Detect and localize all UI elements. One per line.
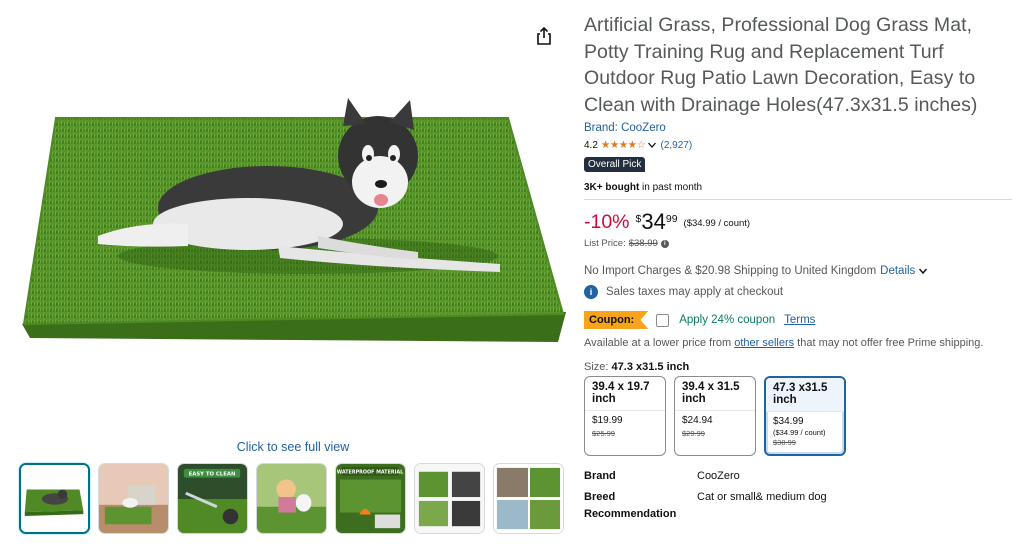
thumbnail-3[interactable]: EASY TO CLEAN — [177, 463, 248, 534]
size-option-price: $24.94 — [682, 414, 713, 426]
coupon-checkbox[interactable] — [656, 313, 670, 327]
thumbnail-strip: EASY TO CLEAN WATERPROOF MATERIAL — [19, 463, 564, 534]
brand-link[interactable]: Brand: CooZero — [584, 122, 1012, 134]
see-full-view-link[interactable]: Click to see full view — [0, 440, 586, 454]
tax-text: Sales taxes may apply at checkout — [606, 286, 784, 298]
spec-value: Cat or small& medium dog — [697, 490, 827, 503]
spec-row-brand: Brand CooZero — [584, 468, 1012, 485]
price-row: -10% $ 34 99 ($34.99 / count) — [584, 210, 1012, 236]
thumbnail-7[interactable] — [493, 463, 564, 534]
tax-row: i Sales taxes may apply at checkout — [584, 285, 1012, 299]
thumbnail-1[interactable] — [19, 463, 90, 534]
thumbnail-2[interactable] — [98, 463, 169, 534]
size-option-price: $19.99 — [592, 414, 623, 426]
size-option-name: 39.4 x 19.7 inch — [585, 377, 665, 411]
size-option-old-price: $25.99 — [592, 428, 615, 438]
size-option-39x31[interactable]: 39.4 x 31.5 inch $24.94 $29.99 — [674, 375, 756, 456]
thumbnail-4[interactable] — [256, 463, 327, 534]
spec-key: Breed Recommendation — [584, 490, 677, 520]
other-sellers-link[interactable]: other sellers — [734, 337, 794, 349]
spec-row-breed: Breed Recommendation Cat or small& mediu… — [584, 489, 1012, 523]
size-selected: 47.3 x31.5 inch — [611, 360, 690, 373]
overall-pick-badge: Overall Pick — [584, 157, 646, 172]
spec-table: Brand CooZero Breed Recommendation Cat o… — [584, 468, 1012, 523]
rating-count-link[interactable]: (2,927) — [660, 140, 692, 151]
price-whole: 34 — [641, 209, 666, 234]
bought-in-past-month: 3K+ bought in past month — [584, 182, 1012, 193]
discount-percent: -10% — [584, 211, 630, 233]
divider — [584, 199, 1012, 200]
coupon-terms-link[interactable]: Terms — [784, 314, 815, 326]
size-option-old-price: $29.99 — [682, 428, 705, 438]
product-title: Artificial Grass, Professional Dog Grass… — [584, 14, 978, 116]
rating-row: 4.2 ★★★★☆ (2,927) — [584, 138, 1012, 152]
size-option-name: 47.3 x31.5 inch — [766, 377, 844, 412]
size-option-name: 39.4 x 31.5 inch — [675, 377, 755, 411]
lower-price-suffix: that may not offer free Prime shipping. — [794, 337, 984, 349]
spec-value: CooZero — [697, 469, 740, 482]
coupon-apply-text[interactable]: Apply 24% coupon — [679, 314, 775, 326]
size-option-price: $34.99 — [773, 415, 804, 427]
main-product-image[interactable] — [18, 96, 566, 354]
chevron-down-icon[interactable] — [918, 266, 928, 276]
coupon-tag: Coupon: — [584, 311, 649, 329]
size-options: 39.4 x 19.7 inch $19.99 $25.99 39.4 x 31… — [584, 375, 1012, 456]
shipping-row: No Import Charges & $20.98 Shipping to U… — [584, 265, 1012, 277]
info-circle-icon: i — [584, 285, 598, 299]
thumbnail-5[interactable]: WATERPROOF MATERIAL — [335, 463, 406, 534]
svg-text:EASY TO CLEAN: EASY TO CLEAN — [189, 472, 236, 478]
lower-price-notice: Available at a lower price from other se… — [584, 335, 984, 352]
product-details: Artificial Grass, Professional Dog Grass… — [584, 12, 1012, 523]
info-icon[interactable]: i — [660, 239, 669, 248]
share-icon[interactable] — [534, 26, 554, 46]
list-price-value: $38.99 — [628, 238, 658, 249]
coupon-row: Coupon: Apply 24% coupon Terms — [584, 311, 1012, 329]
size-option-old-price: $38.99 — [773, 437, 796, 447]
price-per-count: ($34.99 / count) — [683, 218, 751, 229]
list-price-label: List Price: — [584, 238, 626, 249]
lower-price-prefix: Available at a lower price from — [584, 337, 735, 349]
shipping-text: No Import Charges & $20.98 Shipping to U… — [584, 265, 877, 277]
svg-text:WATERPROOF MATERIAL: WATERPROOF MATERIAL — [337, 470, 404, 476]
size-label-text: Size: — [584, 360, 609, 373]
bought-rest: in past month — [639, 182, 703, 193]
price-fraction: 99 — [665, 213, 678, 225]
shipping-details-link[interactable]: Details — [880, 265, 915, 277]
chevron-down-icon[interactable] — [647, 140, 657, 150]
size-option-unit: ($34.99 / count) — [773, 427, 826, 437]
rating-value: 4.2 — [584, 139, 598, 151]
star-rating-icon[interactable]: ★★★★☆ — [601, 139, 646, 151]
thumbnail-6[interactable] — [414, 463, 485, 534]
list-price-row: List Price: $38.99 i — [584, 238, 1012, 249]
spec-key: Brand — [584, 469, 616, 482]
size-label: Size: 47.3 x31.5 inch — [584, 361, 1012, 373]
size-option-39x19[interactable]: 39.4 x 19.7 inch $19.99 $25.99 — [584, 375, 666, 456]
size-option-47x31[interactable]: 47.3 x31.5 inch $34.99 ($34.99 / count) … — [764, 375, 846, 456]
bought-count: 3K+ bought — [584, 182, 640, 193]
